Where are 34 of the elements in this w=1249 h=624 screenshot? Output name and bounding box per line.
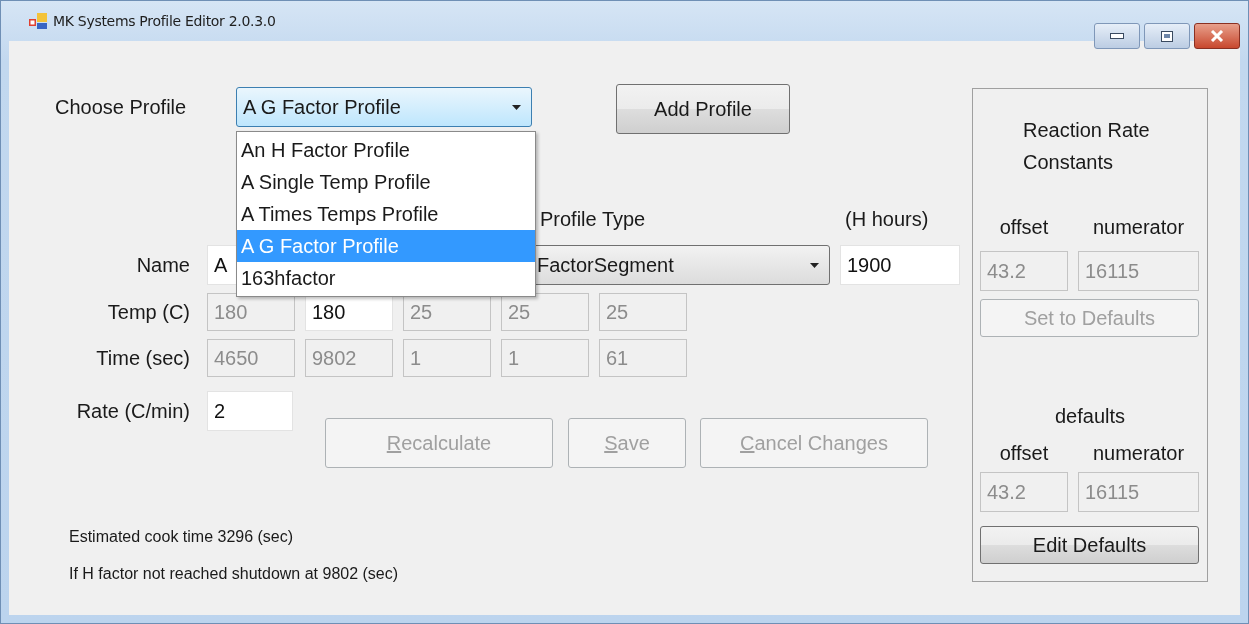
field-label: (H hours) [845,207,929,231]
dropdown-option[interactable]: An H Factor Profile [237,134,535,166]
close-icon [1210,30,1224,42]
minimize-button[interactable] [1094,23,1140,49]
push-button[interactable]: Edit Defaults [980,526,1199,564]
column-label: offset [998,442,1050,465]
field-label: Choose Profile [55,95,188,119]
section-label: defaults [1053,405,1127,428]
maximize-button[interactable] [1144,23,1190,49]
input-field[interactable]: 1900 [840,245,960,285]
column-label: numerator [1091,216,1186,239]
dropdown-option[interactable]: A G Factor Profile [237,230,535,262]
field-label: Rate (C/min) [75,399,190,424]
field-label: Temp (C) [106,300,190,324]
field-label: Time (sec) [95,346,190,370]
restore-icon [1161,30,1173,42]
status-text: Estimated cook time 3296 (sec) [69,527,295,547]
profile-dropdown[interactable]: A G Factor Profile [236,87,532,127]
dropdown-option[interactable]: A Times Temps Profile [237,198,535,230]
column-label: numerator [1091,442,1186,465]
status-text: If H factor not reached shutdown at 9802 (sec) [69,564,400,584]
window-title: MK Systems Profile Editor 2.0.3.0 [53,13,276,29]
minimize-icon [1110,33,1124,39]
close-button[interactable] [1194,23,1240,49]
input-field[interactable]: 2 [207,391,293,431]
caret-icon [810,262,819,268]
field-label: Name [135,253,190,277]
dropdown-option[interactable]: A Single Temp Profile [237,166,535,198]
group-title: Reaction Rate Constants [1022,118,1151,175]
caret-icon [512,104,521,110]
field-label: Profile Type [540,207,647,231]
push-button[interactable]: Add Profile [616,84,790,134]
app-icon [29,13,47,29]
column-label: offset [998,216,1050,239]
